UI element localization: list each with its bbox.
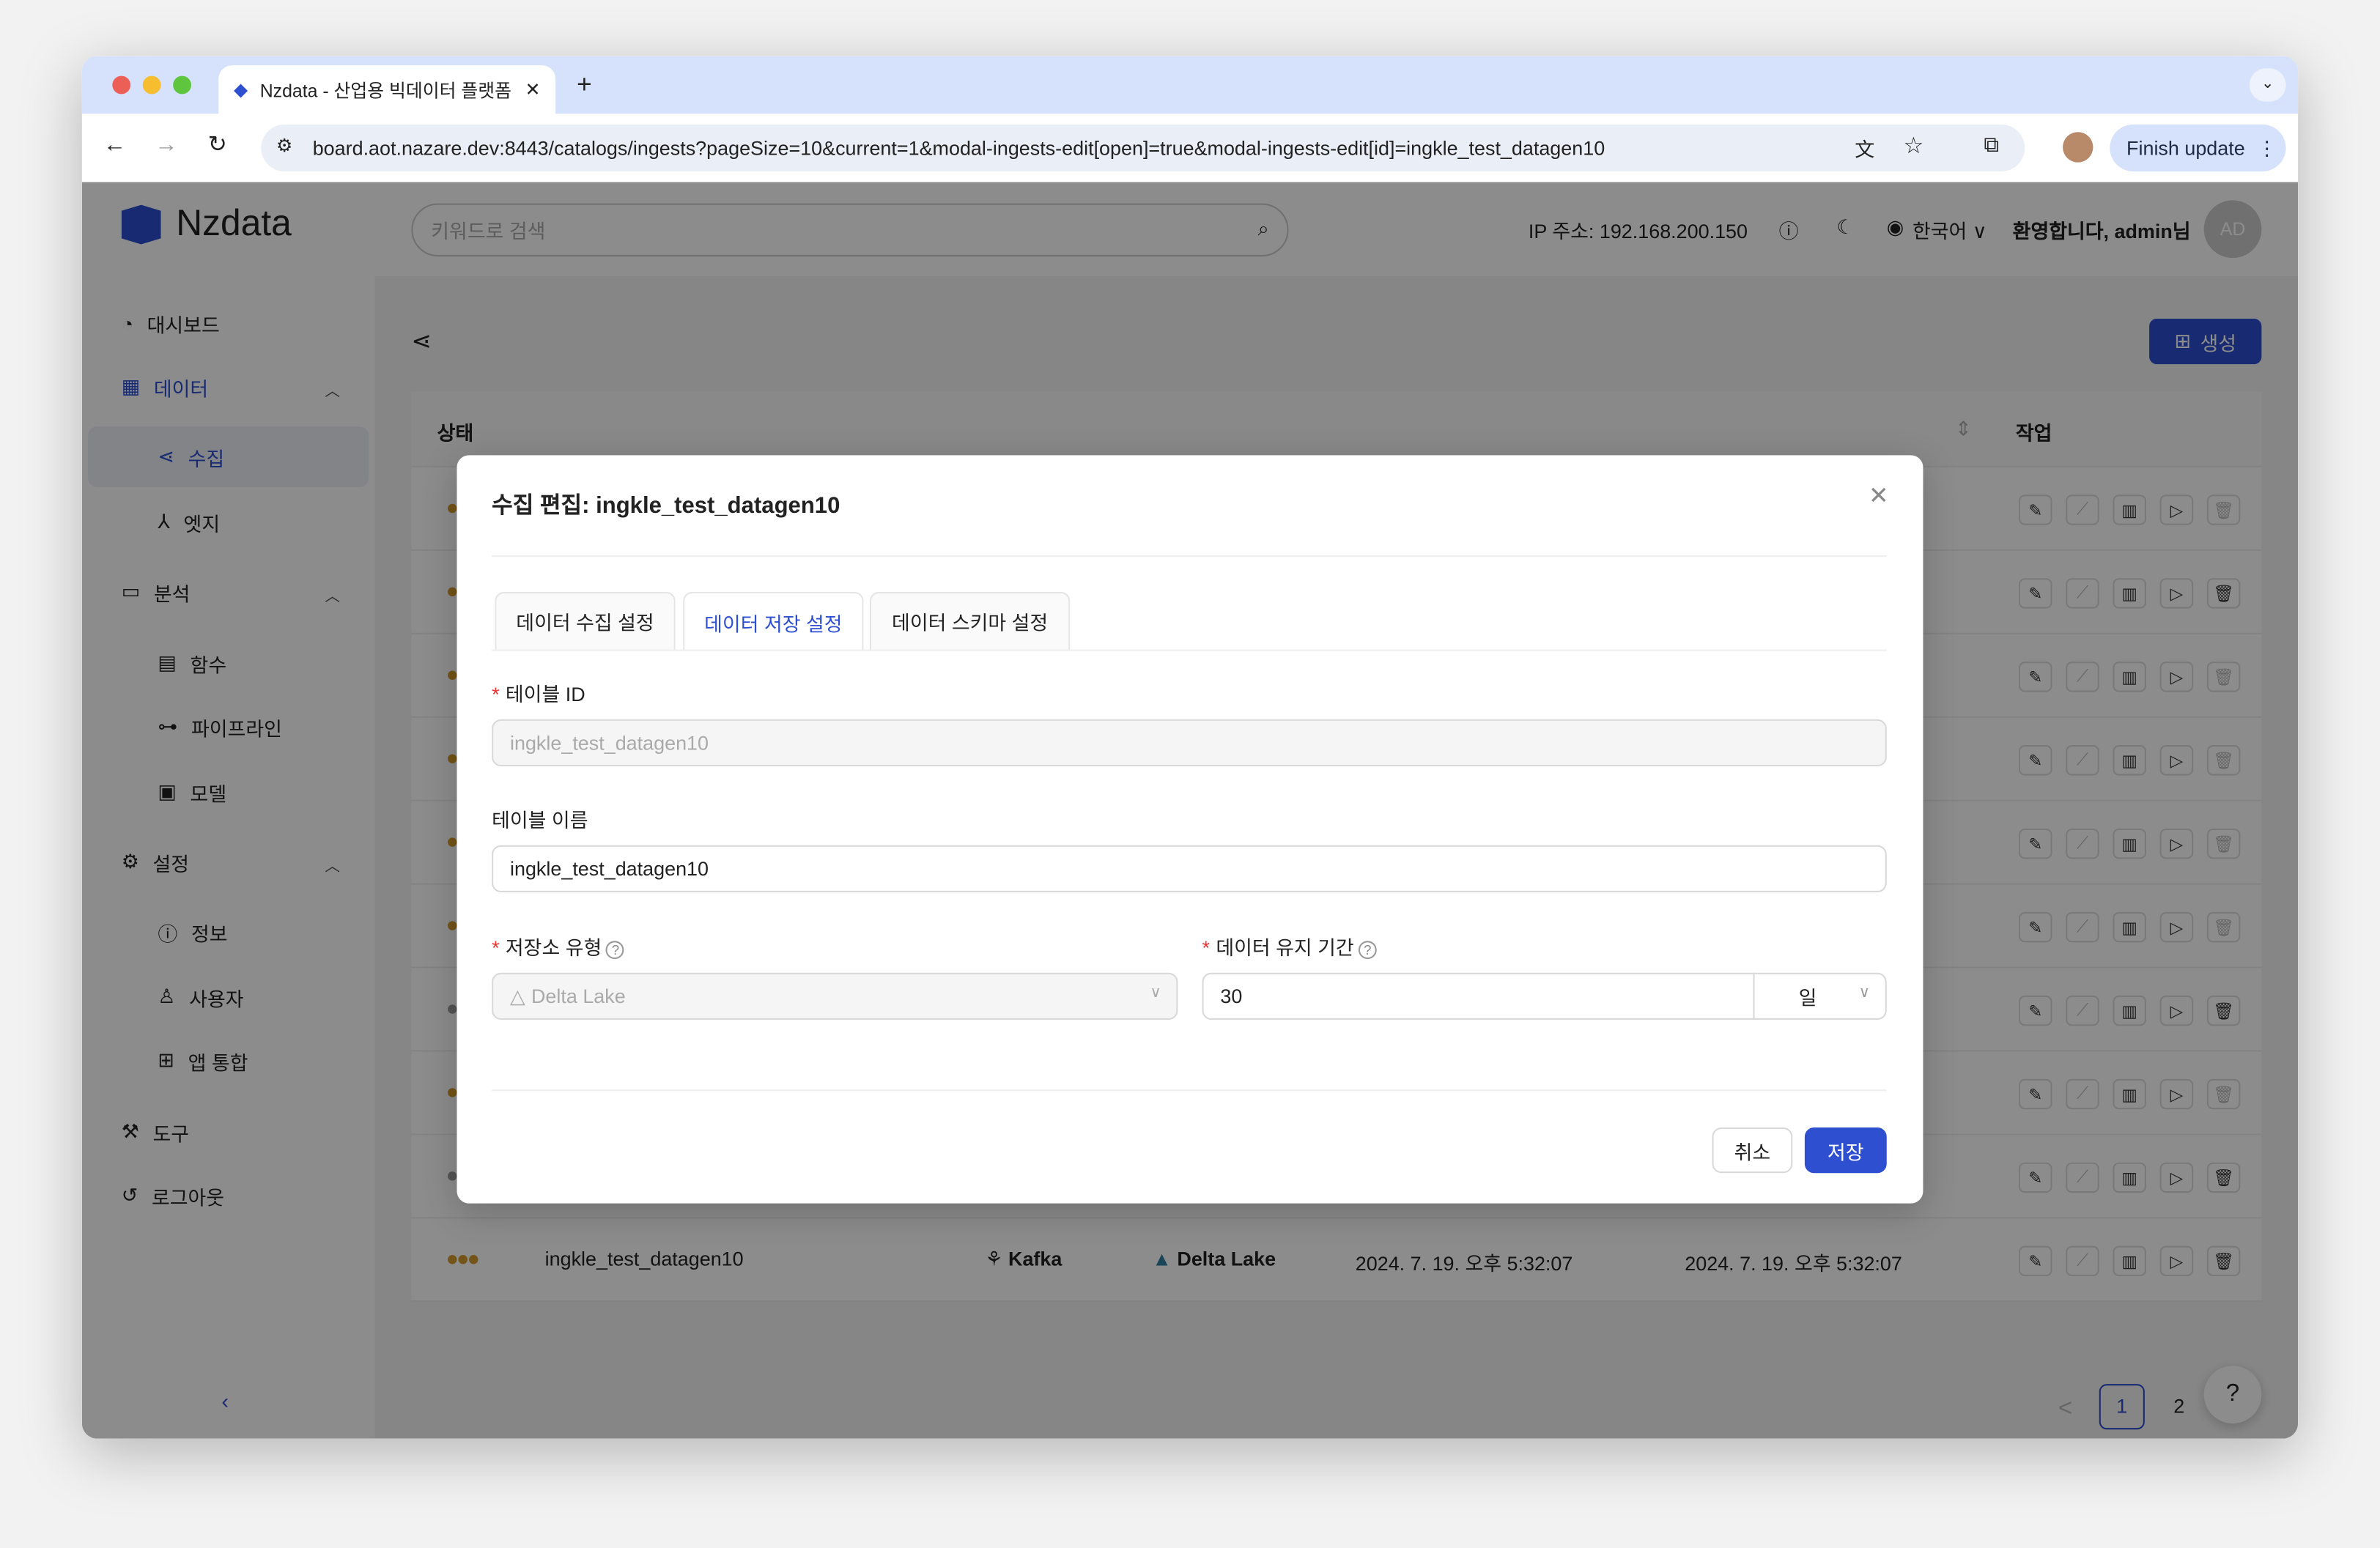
chevron-down-icon: ∨ <box>1150 985 1161 1002</box>
table-id-input[interactable]: ingkle_test_datagen10 <box>492 719 1887 767</box>
back-icon[interactable]: ← <box>103 132 126 158</box>
close-window-button[interactable] <box>112 75 131 95</box>
button-label: 저장 <box>1828 1140 1864 1163</box>
delta-lake-icon: △ <box>509 984 525 1007</box>
tab-ingest-settings[interactable]: 데이터 수집 설정 <box>495 591 676 650</box>
nzdata-favicon-icon: ◆ <box>233 78 248 100</box>
retention-unit-select[interactable]: 일 ∨ <box>1753 972 1887 1020</box>
app: Nzdata ◔ 대시보드 ▦ 데이터 ︿ ⋖ 수집 ⅄ 엣지 ▭ 분석 ︿ ▤ 함수 ⊶ 파… <box>81 182 2299 1439</box>
tab-title: Nzdata - 산업용 빅데이터 플랫폼 <box>259 79 512 101</box>
tab-storage-settings[interactable]: 데이터 저장 설정 <box>683 591 864 651</box>
more-icon[interactable]: ⋮ <box>2257 136 2277 160</box>
tab-label: 데이터 저장 설정 <box>704 612 843 635</box>
modal-title: 수집 편집: ingkle_test_datagen10 <box>492 493 840 519</box>
finish-update-label: Finish update <box>2126 136 2245 160</box>
minimize-window-button[interactable] <box>142 75 161 95</box>
divider <box>492 555 1887 558</box>
input-value: 30 <box>1220 985 1243 1008</box>
tab-bar: ◆ Nzdata - 산업용 빅데이터 플랫폼 ✕ + ⌄ <box>81 56 2299 114</box>
help-icon[interactable]: ? <box>606 941 625 960</box>
save-button[interactable]: 저장 <box>1804 1127 1887 1174</box>
browser-tab[interactable]: ◆ Nzdata - 산업용 빅데이터 플랫폼 ✕ <box>218 65 556 114</box>
cancel-button[interactable]: 취소 <box>1712 1127 1793 1174</box>
chevron-down-icon: ∨ <box>1858 985 1870 1002</box>
close-icon[interactable]: ✕ <box>1869 481 1889 511</box>
url-bar[interactable]: ⚙ board.aot.nazare.dev:8443/catalogs/ing… <box>261 124 2025 172</box>
tab-label: 데이터 스키마 설정 <box>892 611 1049 634</box>
url-text: board.aot.nazare.dev:8443/catalogs/inges… <box>312 136 1605 160</box>
table-name-label: 테이블 이름 <box>492 809 588 832</box>
close-tab-icon[interactable]: ✕ <box>525 79 541 100</box>
input-value: ingkle_test_datagen10 <box>509 857 709 881</box>
extensions-icon[interactable]: ⧉ <box>1984 132 1999 158</box>
finish-update-button[interactable]: Finish update ⋮ <box>2110 124 2286 172</box>
address-toolbar: ← → ↻ ⚙ board.aot.nazare.dev:8443/catalo… <box>81 114 2299 182</box>
select-value: Delta Lake <box>531 985 626 1008</box>
edit-ingest-modal: 수집 편집: ingkle_test_datagen10 ✕ 데이터 수집 설정… <box>457 455 1923 1204</box>
label-text: 테이블 ID <box>505 683 585 706</box>
site-settings-icon[interactable]: ⚙ <box>276 135 292 156</box>
reload-icon[interactable]: ↻ <box>208 130 227 158</box>
tab-label: 데이터 수집 설정 <box>516 611 654 634</box>
translate-icon[interactable]: 文 <box>1855 133 1874 162</box>
forward-icon[interactable]: → <box>155 132 177 158</box>
select-value: 일 <box>1798 986 1817 1010</box>
bookmark-star-icon[interactable]: ☆ <box>1904 132 1924 159</box>
button-label: 취소 <box>1734 1140 1771 1163</box>
retention-input[interactable]: 30 <box>1202 972 1755 1020</box>
new-tab-button[interactable]: + <box>577 70 592 100</box>
table-name-input[interactable]: ingkle_test_datagen10 <box>492 845 1887 892</box>
label-text: 데이터 유지 기간 <box>1216 936 1354 960</box>
input-value: ingkle_test_datagen10 <box>509 731 709 755</box>
profile-avatar[interactable] <box>2063 132 2093 163</box>
tabs-divider <box>492 649 1887 651</box>
retention-label: * 데이터 유지 기간? <box>1202 932 1377 960</box>
storage-type-label: * 저장소 유형? <box>492 932 625 960</box>
maximize-window-button[interactable] <box>173 75 191 95</box>
table-id-label: * 테이블 ID <box>492 683 585 706</box>
footer-divider <box>492 1089 1887 1092</box>
help-icon[interactable]: ? <box>1358 941 1377 960</box>
label-text: 저장소 유형 <box>505 936 602 960</box>
storage-type-select[interactable]: △ Delta Lake ∨ <box>492 972 1178 1020</box>
browser-window: ◆ Nzdata - 산업용 빅데이터 플랫폼 ✕ + ⌄ ← → ↻ ⚙ bo… <box>81 56 2299 1439</box>
tab-list-button[interactable]: ⌄ <box>2249 68 2286 102</box>
tab-schema-settings[interactable]: 데이터 스키마 설정 <box>869 591 1071 650</box>
